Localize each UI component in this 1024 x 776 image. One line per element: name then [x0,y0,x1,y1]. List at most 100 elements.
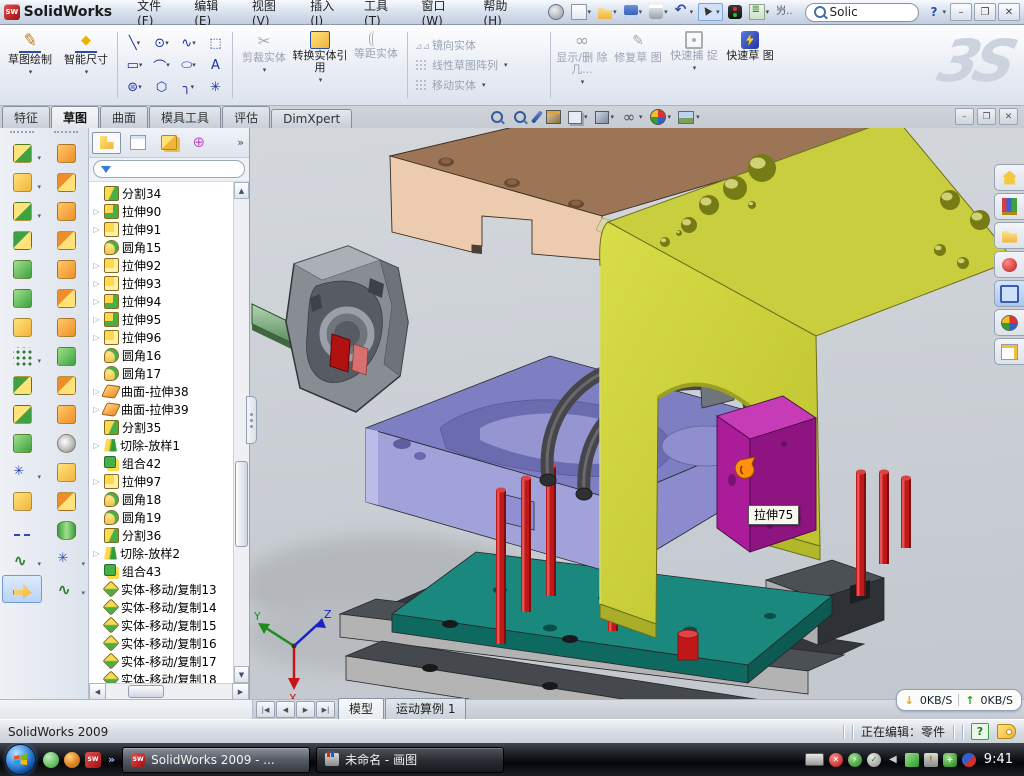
glyph-button[interactable]: 屶.. [774,4,794,20]
tree-filter-input[interactable] [93,160,245,178]
doc-minimize-button[interactable]: – [955,108,974,125]
dropdown-icon[interactable]: ▾ [504,61,508,69]
new-button[interactable]: ▾ [569,3,594,21]
spline-button[interactable]: ▾ [3,546,41,572]
swept-surface-button[interactable] [47,140,85,166]
hide-show-items-button[interactable]: ▾ [620,109,644,126]
sketch-tool-4[interactable]: ▭▾ [127,58,143,73]
insert-block-magenta[interactable] [717,396,816,552]
extruded-boss-button[interactable]: ▾ [3,140,41,166]
dropdown-icon[interactable]: ▾ [639,113,643,121]
tree-item-圆角18[interactable]: 圆角18 [89,490,233,508]
reference-geometry-button[interactable]: ▾ [3,459,41,485]
ejector-pin-6[interactable] [901,476,911,549]
tree-item-切除-放样1[interactable]: ▷切除-放样1 [89,436,233,454]
solidworks-resources-home-tab[interactable] [994,164,1024,191]
tree-item-圆角19[interactable]: 圆角19 [89,508,233,526]
ejector-pin-5[interactable] [879,470,889,565]
keyboard-icon[interactable] [805,753,824,766]
split-button[interactable] [3,401,41,427]
dropdown-icon[interactable]: ▾ [191,83,195,91]
quick-tips-button[interactable]: ? [971,723,989,740]
dropdown-icon[interactable]: ▾ [37,357,41,365]
quick-launch-overflow[interactable]: » [108,753,115,766]
dropdown-icon[interactable]: ▾ [581,76,585,88]
dropdown-icon[interactable]: ▾ [664,8,668,16]
dropdown-icon[interactable]: ▾ [611,113,615,121]
dimxpertmanager-tab[interactable] [185,132,214,154]
sketch-tool-7[interactable]: A [211,58,220,73]
volume-icon[interactable]: ◀ [886,753,900,767]
scroll-down-arrow[interactable]: ▼ [234,666,249,683]
tree-item-组合42[interactable]: 组合42 [89,454,233,472]
undo-button[interactable]: ▾ [673,4,696,20]
sketch-tool-6[interactable]: ⬭▾ [181,58,196,73]
help-dropdown-icon[interactable]: ▾ [942,8,946,16]
knit-surface-button[interactable] [47,372,85,398]
tree-item-分割35[interactable]: 分割35 [89,418,233,436]
curve-button[interactable] [3,517,41,543]
dropdown-icon[interactable]: ▾ [81,589,85,597]
featuremanager-tab[interactable] [92,132,121,154]
doc-tab-1[interactable]: 运动算例 1 [385,698,466,719]
mirror-button[interactable]: 镜向实体 [415,37,543,53]
ribbon-tab-5[interactable]: DimXpert [271,109,352,128]
ejector-pin-1[interactable] [521,476,531,613]
expand-arrow-icon[interactable]: ▷ [92,225,101,234]
thicken-button[interactable] [47,517,85,543]
graphics-viewport[interactable]: Y Z X 拉伸75 [250,128,1024,699]
messenger-quicklaunch-icon[interactable] [43,752,59,768]
dropdown-icon[interactable]: ▾ [613,8,617,16]
untrim-surface-button[interactable] [47,488,85,514]
configurationmanager-tab[interactable] [154,132,183,154]
tree-item-曲面-拉伸39[interactable]: ▷曲面-拉伸39 [89,400,233,418]
planar-surface-button[interactable] [47,314,85,340]
propertymanager-tab[interactable] [123,132,152,154]
sketch-tool-2[interactable]: ∿▾ [181,36,195,51]
replace-face-button[interactable] [47,459,85,485]
restore-button[interactable]: ❐ [974,3,996,21]
doc-tab-0[interactable]: 模型 [338,698,384,719]
delete-face-button[interactable] [47,430,85,456]
warning-icon[interactable]: ! [924,753,938,767]
rapid-button[interactable]: 快速草 图 [722,27,778,103]
move-copy-body-button[interactable] [3,430,41,456]
display-style-button[interactable]: ▾ [594,110,616,125]
tree-item-圆角17[interactable]: 圆角17 [89,364,233,382]
draft-button[interactable] [3,285,41,311]
view-palette-tab[interactable] [994,280,1024,307]
boundary-surface-button[interactable] [47,227,85,253]
dropdown-icon[interactable]: ▾ [482,81,486,89]
minimize-button[interactable]: – [950,3,972,21]
tree-item-实体-移动/复制17[interactable]: 实体-移动/复制17 [89,652,233,670]
dropdown-icon[interactable]: ▾ [85,66,89,78]
view-orientation-button[interactable]: ▾ [567,110,589,125]
start-button[interactable] [5,744,36,775]
dropdown-icon[interactable]: ▾ [37,154,41,162]
tree-item-实体-移动/复制15[interactable]: 实体-移动/复制15 [89,616,233,634]
combine-button[interactable] [3,372,41,398]
apply-scene-button[interactable]: ▾ [677,110,701,125]
doc-nav-1[interactable]: ◀ [276,701,295,718]
solidworks-forum-tab[interactable] [994,251,1024,278]
ribbon-tab-3[interactable]: 模具工具 [149,106,221,128]
revolved-surface-button[interactable] [47,169,85,195]
dropdown-icon[interactable]: ▾ [696,113,700,121]
dropdown-icon[interactable]: ▾ [588,8,592,16]
doc-nav-0[interactable]: |◀ [256,701,275,718]
panel-splitter-grip[interactable] [246,396,257,444]
dim-button[interactable]: 智能尺寸▾ [58,27,114,103]
ribbon-tab-4[interactable]: 评估 [222,106,270,128]
sketch-tool-1[interactable]: ⊙▾ [154,36,168,51]
taskbar-task-0[interactable]: SWSolidWorks 2009 - ... [122,747,310,773]
dropdown-icon[interactable]: ▾ [37,560,41,568]
dropdown-icon[interactable]: ▾ [192,61,196,69]
dropdown-icon[interactable]: ▾ [690,8,694,16]
doc-nav-2[interactable]: ▶ [296,701,315,718]
fillet-button[interactable]: ▾ [3,198,41,224]
ejector-pin-4[interactable] [856,470,866,597]
dropdown-icon[interactable]: ▾ [693,62,697,74]
green-shield-icon[interactable]: ⚡ [848,753,862,767]
shell-button[interactable] [3,256,41,282]
tree-item-拉伸97[interactable]: ▷拉伸97 [89,472,233,490]
